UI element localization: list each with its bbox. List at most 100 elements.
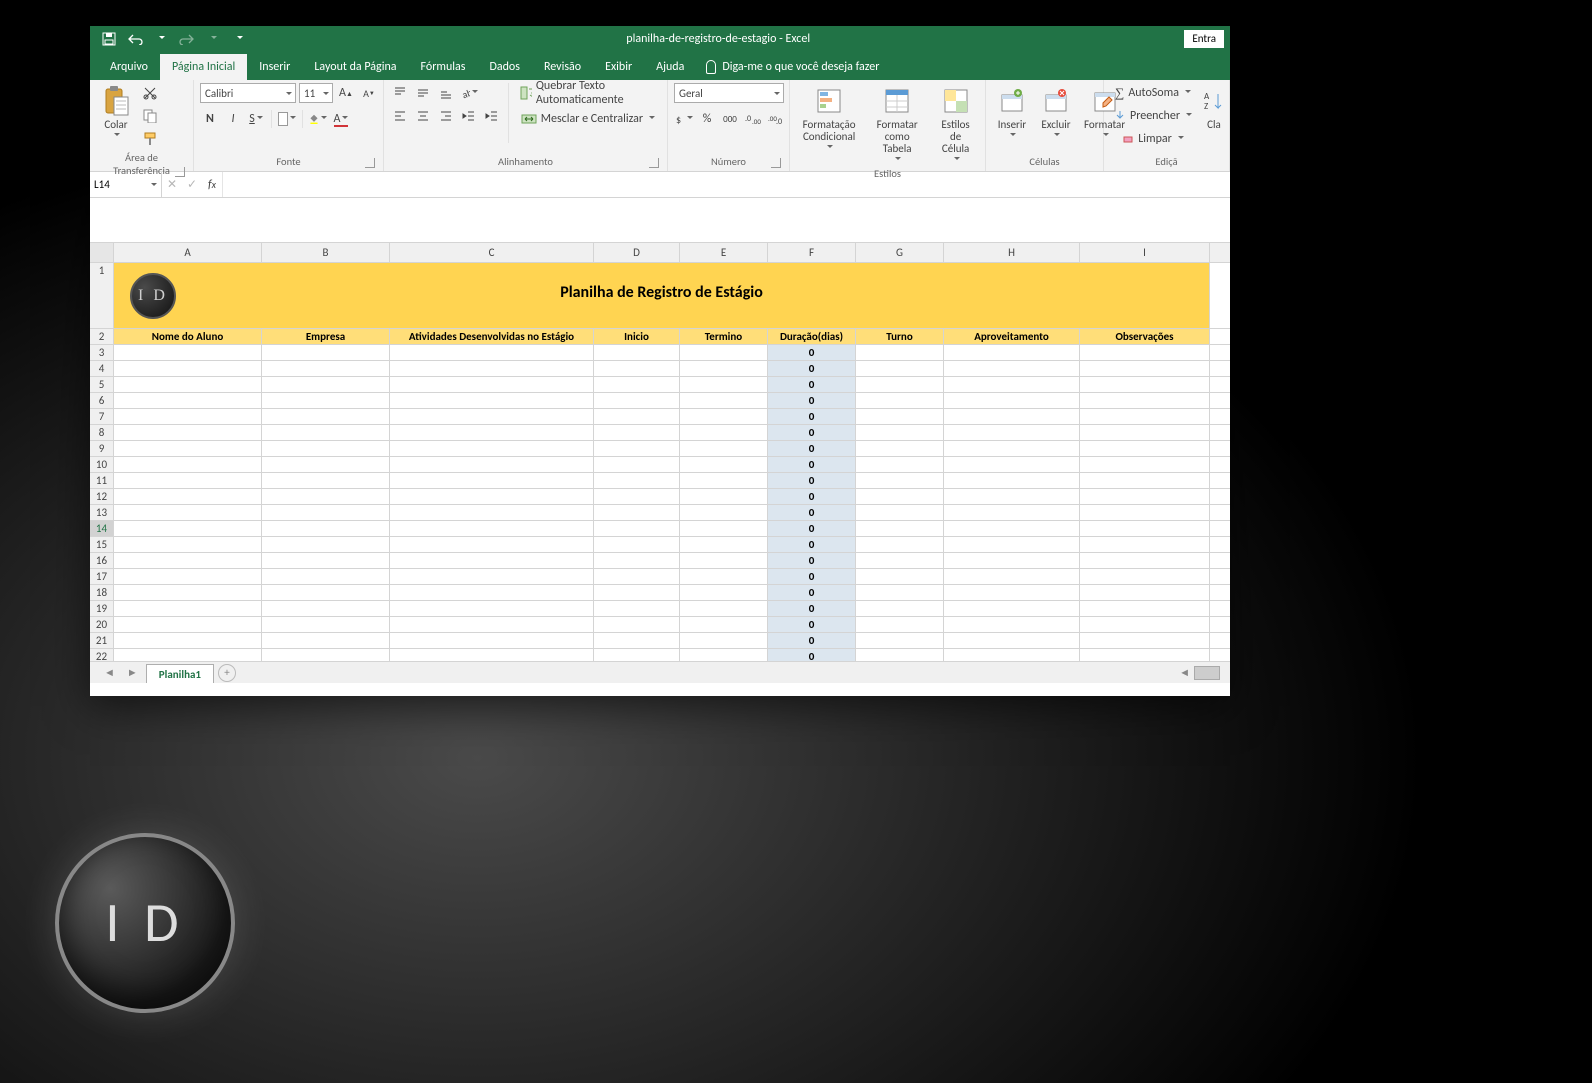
cell[interactable] — [1080, 521, 1210, 536]
cell[interactable]: 0 — [768, 505, 856, 520]
conditional-formatting-button[interactable]: Formatação Condicional — [796, 83, 862, 153]
cell[interactable]: 0 — [768, 409, 856, 424]
cell[interactable] — [680, 409, 768, 424]
cell[interactable]: 0 — [768, 425, 856, 440]
cell[interactable] — [594, 601, 680, 616]
cell[interactable]: 0 — [768, 441, 856, 456]
cell[interactable] — [390, 617, 594, 632]
dialog-launcher-icon[interactable] — [649, 158, 659, 168]
cell[interactable] — [114, 377, 262, 392]
row-header[interactable]: 17 — [90, 569, 114, 584]
cell[interactable] — [114, 617, 262, 632]
cell[interactable] — [1080, 345, 1210, 360]
row-header[interactable]: 8 — [90, 425, 114, 440]
cell[interactable] — [262, 377, 390, 392]
format-as-table-button[interactable]: Formatar como Tabela — [866, 83, 928, 165]
cell[interactable] — [594, 425, 680, 440]
cell[interactable] — [594, 457, 680, 472]
row-header[interactable]: 4 — [90, 361, 114, 376]
cell[interactable] — [262, 425, 390, 440]
cell[interactable] — [680, 521, 768, 536]
cell[interactable] — [856, 441, 944, 456]
cell[interactable] — [1080, 489, 1210, 504]
cell[interactable] — [594, 441, 680, 456]
cell[interactable] — [680, 425, 768, 440]
cell[interactable] — [262, 441, 390, 456]
save-button[interactable] — [96, 28, 122, 50]
cell[interactable] — [262, 393, 390, 408]
cell[interactable] — [856, 361, 944, 376]
cell[interactable] — [594, 393, 680, 408]
column-title[interactable]: Inicio — [594, 329, 680, 344]
cell[interactable] — [114, 393, 262, 408]
tab-page-layout[interactable]: Layout da Página — [302, 54, 408, 80]
redo-button[interactable] — [174, 28, 200, 50]
dialog-launcher-icon[interactable] — [365, 158, 375, 168]
cell[interactable] — [1080, 553, 1210, 568]
font-size-combo[interactable]: 11 — [299, 83, 333, 103]
bold-button[interactable]: N — [200, 109, 220, 129]
cell[interactable] — [262, 505, 390, 520]
cell[interactable] — [1080, 441, 1210, 456]
cell[interactable] — [594, 409, 680, 424]
cell[interactable] — [856, 585, 944, 600]
cell[interactable] — [594, 361, 680, 376]
cell[interactable] — [594, 537, 680, 552]
cell[interactable] — [680, 537, 768, 552]
cell[interactable] — [944, 409, 1080, 424]
font-name-combo[interactable]: Calibri — [200, 83, 296, 103]
cell[interactable] — [262, 489, 390, 504]
cell[interactable] — [594, 377, 680, 392]
cell[interactable] — [856, 601, 944, 616]
column-title[interactable]: Duração(dias) — [768, 329, 856, 344]
worksheet-grid[interactable]: ABCDEFGHI 1I DPlanilha de Registro de Es… — [90, 243, 1230, 683]
tab-home[interactable]: Página Inicial — [160, 54, 247, 80]
dialog-launcher-icon[interactable] — [175, 167, 185, 177]
cell[interactable] — [944, 441, 1080, 456]
cell[interactable] — [680, 617, 768, 632]
cell[interactable] — [262, 617, 390, 632]
cell[interactable] — [262, 521, 390, 536]
cell[interactable] — [1080, 569, 1210, 584]
cell[interactable]: 0 — [768, 345, 856, 360]
cell[interactable] — [856, 537, 944, 552]
cell[interactable] — [856, 345, 944, 360]
cell[interactable] — [680, 377, 768, 392]
cell[interactable] — [1080, 617, 1210, 632]
row-header[interactable]: 10 — [90, 457, 114, 472]
cell[interactable] — [114, 505, 262, 520]
cell[interactable] — [856, 409, 944, 424]
decrease-decimal-button[interactable]: .00.0 — [766, 109, 786, 129]
dialog-launcher-icon[interactable] — [771, 158, 781, 168]
cell[interactable] — [856, 393, 944, 408]
cell[interactable] — [680, 633, 768, 648]
cell[interactable] — [680, 553, 768, 568]
cell[interactable] — [944, 473, 1080, 488]
cell[interactable] — [262, 569, 390, 584]
number-format-combo[interactable]: Geral — [674, 83, 784, 103]
column-title[interactable]: Nome do Aluno — [114, 329, 262, 344]
cell[interactable] — [390, 585, 594, 600]
cell[interactable]: 0 — [768, 617, 856, 632]
undo-dropdown[interactable] — [148, 28, 174, 50]
column-title[interactable]: Empresa — [262, 329, 390, 344]
increase-decimal-button[interactable]: .0.00 — [743, 109, 763, 129]
cell[interactable] — [680, 489, 768, 504]
cell[interactable]: 0 — [768, 521, 856, 536]
cell[interactable] — [390, 377, 594, 392]
decrease-indent-button[interactable] — [459, 106, 479, 126]
cell[interactable] — [856, 457, 944, 472]
cell[interactable] — [944, 393, 1080, 408]
wrap-text-button[interactable]: Quebrar Texto Automaticamente — [515, 83, 661, 103]
cell[interactable] — [944, 521, 1080, 536]
cell[interactable] — [1080, 409, 1210, 424]
cell[interactable] — [390, 457, 594, 472]
cut-button[interactable] — [140, 83, 160, 103]
cell[interactable]: 0 — [768, 361, 856, 376]
orientation-button[interactable]: ab — [459, 83, 479, 103]
column-header-F[interactable]: F — [768, 243, 856, 262]
font-color-button[interactable]: A — [331, 109, 351, 129]
cell[interactable] — [944, 377, 1080, 392]
cell[interactable] — [856, 521, 944, 536]
comma-style-button[interactable]: 000 — [720, 109, 740, 129]
